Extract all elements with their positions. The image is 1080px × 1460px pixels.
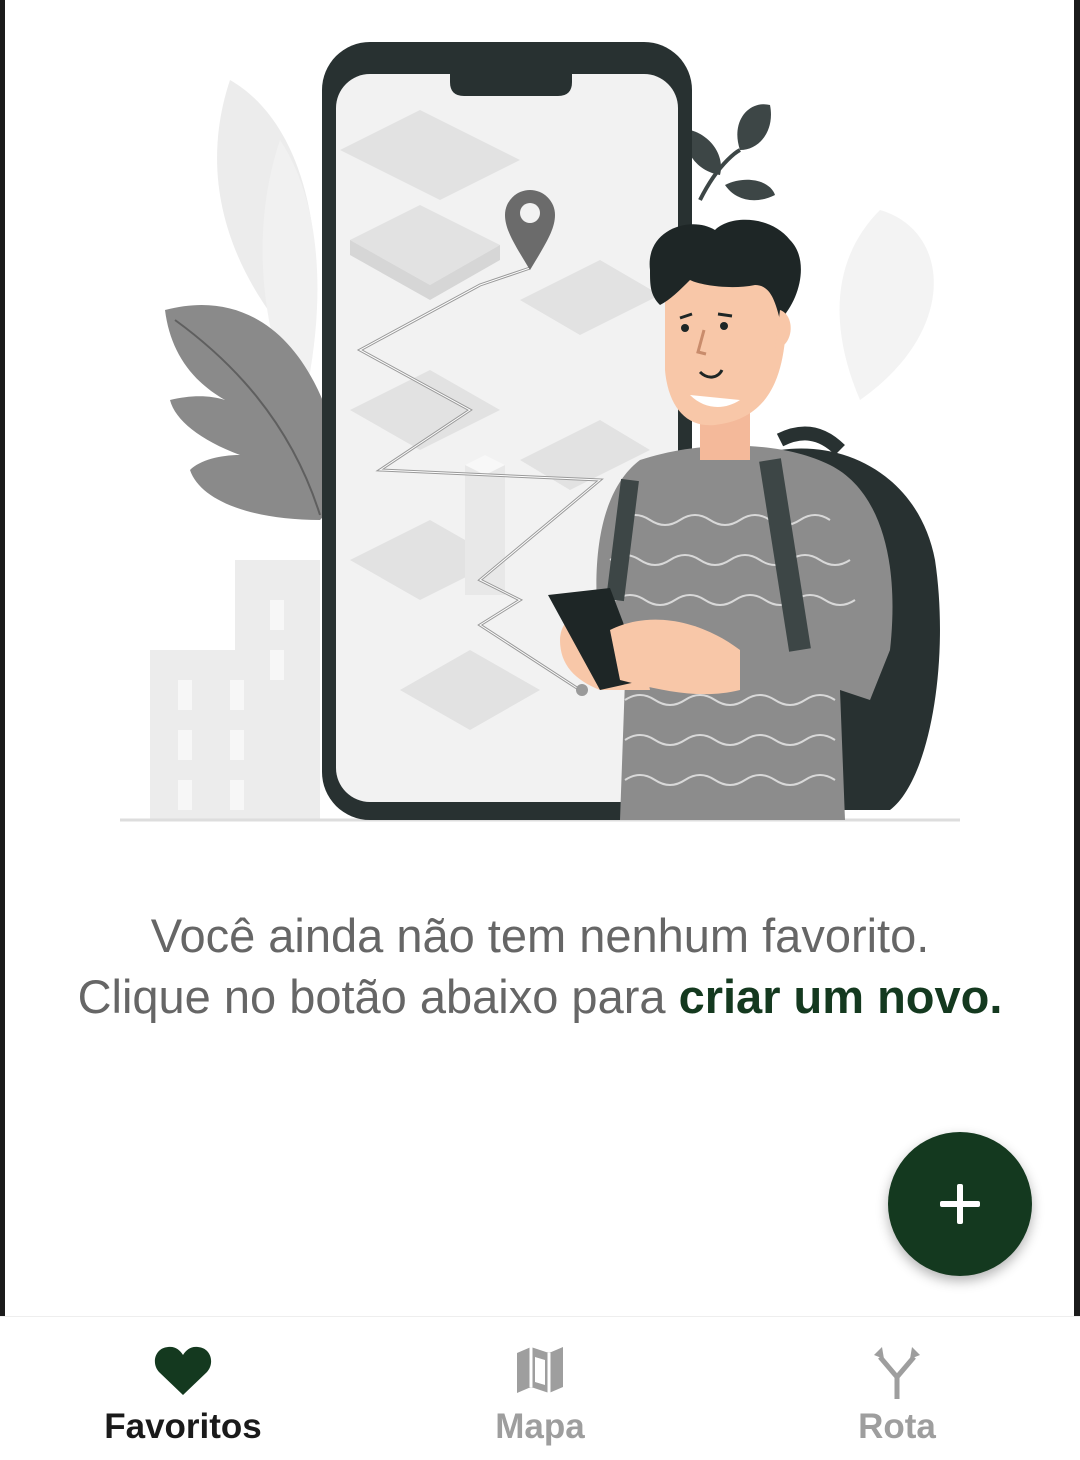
nav-label-rota: Rota [858,1407,936,1446]
nav-label-favoritos: Favoritos [104,1407,262,1446]
nav-item-mapa[interactable]: Mapa [390,1317,690,1460]
route-icon [874,1347,920,1399]
empty-state-message: Você ainda não tem nenhum favorito. Cliq… [60,905,1020,1027]
create-new-cta: criar um novo. [678,970,1003,1023]
nav-item-rota[interactable]: Rota [747,1317,1047,1460]
empty-message-line1: Você ainda não tem nenhum favorito. [150,909,930,962]
background-building [150,560,320,820]
nav-label-mapa: Mapa [495,1407,585,1446]
empty-message-line2-text: Clique no botão abaixo para [77,970,679,1023]
heart-icon [154,1346,212,1395]
add-favorite-fab[interactable] [888,1132,1032,1276]
nav-item-favoritos[interactable]: Favoritos [33,1317,333,1460]
app-screen: Você ainda não tem nenhum favorito. Cliq… [0,0,1080,1460]
empty-message-line2: Clique no botão abaixo para criar um nov… [60,966,1020,1027]
empty-favorites-illustration [120,42,960,822]
bottom-navigation: Favoritos Mapa Rota [0,1316,1080,1460]
dark-branch [686,104,775,201]
plus-icon [940,1184,980,1224]
map-icon [517,1347,563,1393]
